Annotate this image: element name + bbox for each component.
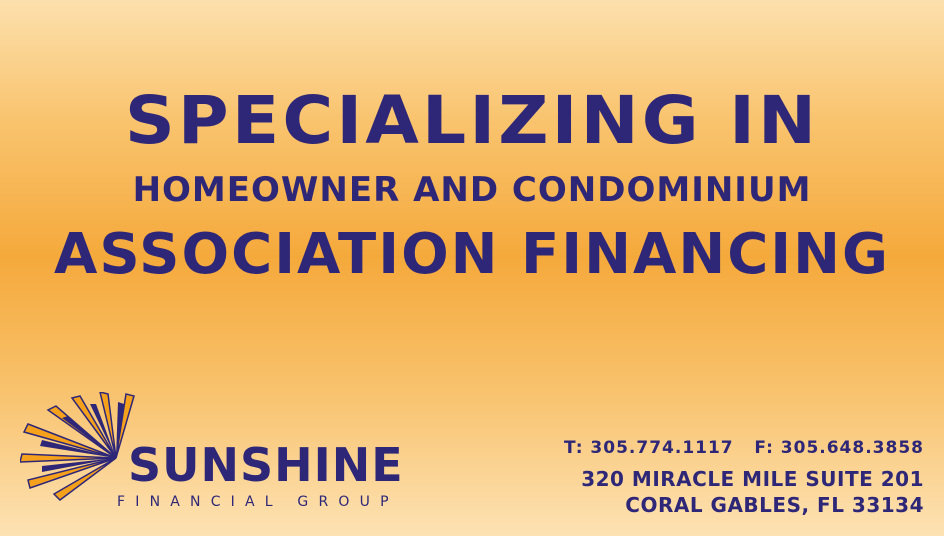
brand-name: SUNSHINE [128, 438, 404, 492]
phone-fax: T: 305.774.1117 F: 305.648.3858 [564, 438, 924, 458]
address-line-2: CORAL GABLES, FL 33134 [625, 493, 924, 517]
headline-specializing: SPECIALIZING IN [124, 82, 820, 159]
headline-association-financing: ASSOCIATION FINANCING [54, 222, 890, 287]
address-line-1: 320 MIRACLE MILE SUITE 201 [581, 467, 924, 491]
headline-homeowner-condominium: HOMEOWNER AND CONDOMINIUM [132, 170, 812, 210]
brand-subtitle: FINANCIAL GROUP [117, 494, 399, 510]
contact-block: T: 305.774.1117 F: 305.648.3858 320 MIRA… [564, 438, 924, 518]
sunshine-logo: SUNSHINE FINANCIAL GROUP [20, 392, 460, 522]
sunburst-icon [20, 392, 135, 501]
